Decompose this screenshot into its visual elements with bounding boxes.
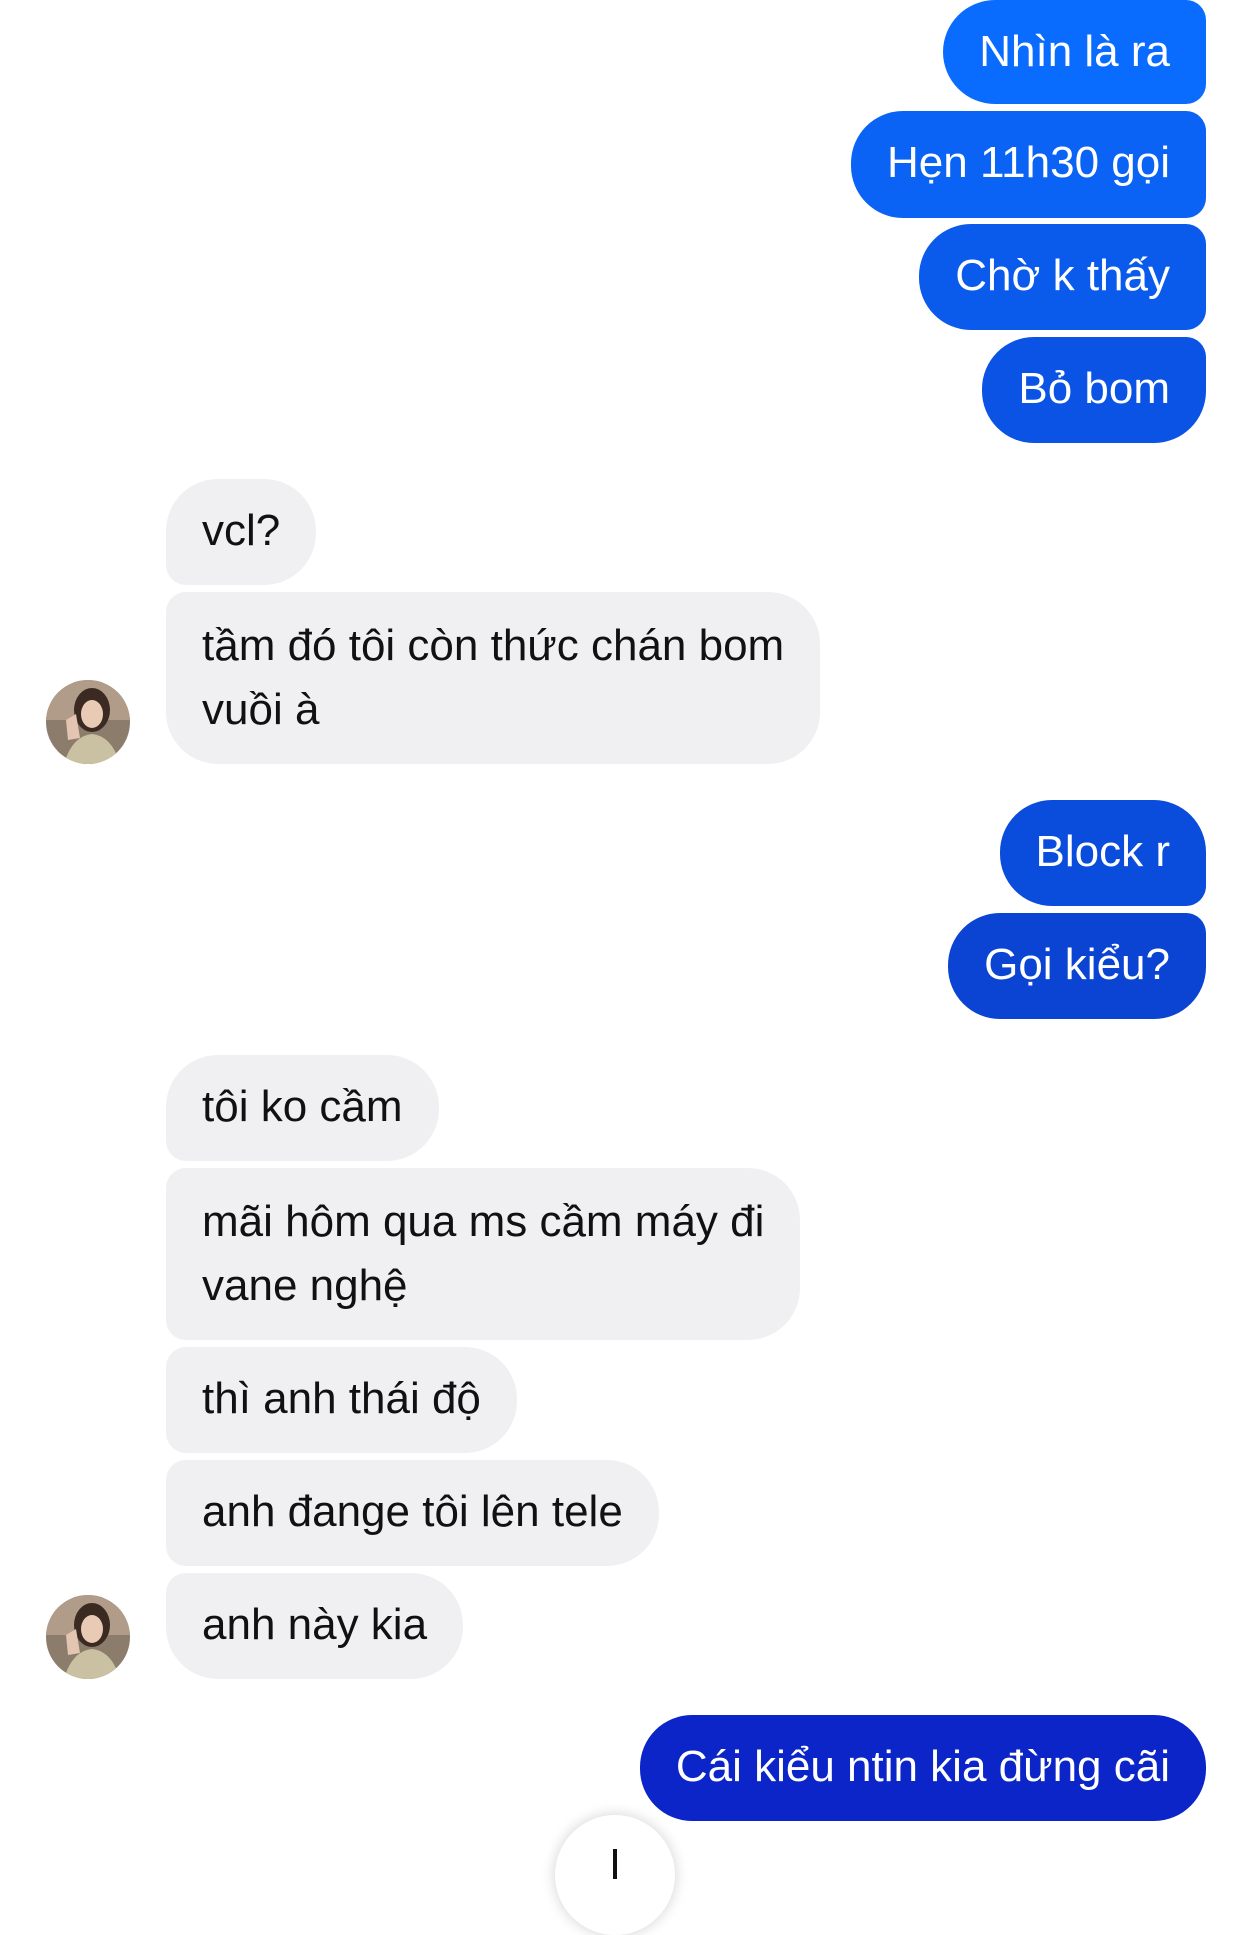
- message-bubble-outgoing[interactable]: Gọi kiểu?: [948, 913, 1206, 1019]
- message-bubble-outgoing[interactable]: Cái kiểu ntin kia đừng cãi: [639, 1715, 1206, 1821]
- message-bubble-outgoing[interactable]: Nhìn là ra: [943, 0, 1206, 104]
- avatar-photo-icon: [46, 680, 130, 764]
- message-bubble-outgoing[interactable]: Hẹn 11h30 gọi: [851, 111, 1206, 218]
- contact-avatar[interactable]: [46, 1595, 130, 1679]
- avatar-photo-icon: [46, 1595, 130, 1679]
- message-bubble-incoming[interactable]: anh này kia: [166, 1573, 464, 1679]
- message-bubble-outgoing[interactable]: Block r: [999, 800, 1206, 906]
- message-bubble-outgoing[interactable]: Chờ k thấy: [919, 224, 1206, 330]
- message-bubble-incoming[interactable]: tầm đó tôi còn thức chán bom vuồi à: [166, 592, 821, 764]
- message-bubble-incoming[interactable]: tôi ko cầm: [166, 1055, 439, 1161]
- message-bubble-outgoing[interactable]: Bỏ bom: [982, 337, 1206, 443]
- scroll-to-bottom-button[interactable]: [555, 1815, 675, 1935]
- contact-avatar[interactable]: [46, 680, 130, 764]
- message-bubble-incoming[interactable]: anh đange tôi lên tele: [166, 1460, 659, 1566]
- message-bubble-incoming[interactable]: thì anh thái độ: [166, 1347, 517, 1453]
- message-bubble-incoming[interactable]: mãi hôm qua ms cầm máy đi vane nghệ: [166, 1168, 801, 1340]
- message-bubble-incoming[interactable]: vcl?: [166, 479, 317, 585]
